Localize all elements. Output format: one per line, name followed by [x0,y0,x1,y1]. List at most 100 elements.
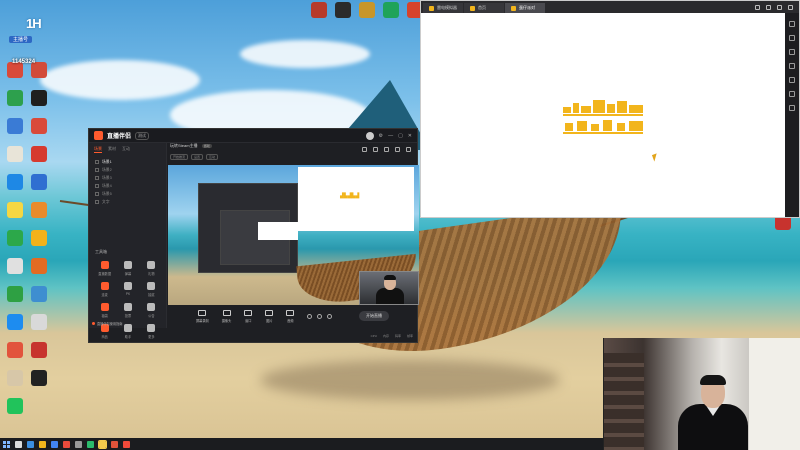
settings-icon[interactable] [789,91,795,97]
bell-icon[interactable] [395,146,400,152]
tool-button[interactable]: 商品 [93,324,116,339]
stream-preview[interactable]: ▟▙▟▙▟ [168,165,419,305]
scene-row[interactable]: 场景2 [95,166,160,174]
desktop-icon[interactable] [26,230,52,247]
source-control[interactable]: 摄像头 [222,309,231,323]
more-icon[interactable] [789,105,795,111]
scene-row[interactable]: 场景5 [95,190,160,198]
maximize-icon[interactable] [777,4,782,10]
taskbar-app-icon[interactable] [15,440,22,448]
scene-row[interactable]: 文字 [95,198,160,206]
desktop-icon[interactable] [378,2,404,18]
close-icon[interactable]: ✕ [408,133,412,139]
checkbox-icon[interactable] [95,168,99,172]
desktop-icon[interactable] [2,398,28,415]
desktop-icon[interactable] [26,286,52,303]
fullscreen-icon[interactable] [789,77,795,83]
desktop-icon[interactable] [26,174,52,191]
stream-action[interactable]: 设置 [191,154,204,160]
desktop-icon[interactable] [306,2,332,18]
desktop-icon[interactable] [26,202,52,219]
scene-row[interactable]: 场景4 [95,182,160,190]
menu-icon[interactable] [755,4,760,10]
layout-icon[interactable] [362,146,367,152]
desktop-icon[interactable] [2,286,28,303]
desktop-icon[interactable] [2,258,28,275]
taskbar-app-icon[interactable] [39,440,46,448]
source-control[interactable]: 图片 [265,309,274,323]
tool-button[interactable]: 弹幕 [116,261,139,276]
stream-action[interactable]: 开始推流 [170,154,189,160]
desktop-icon[interactable] [2,342,28,359]
desktop-icon[interactable] [26,342,52,359]
checkbox-icon[interactable] [95,160,99,164]
taskbar-app-icon[interactable] [98,439,107,449]
mic-toggle-icon[interactable] [317,313,323,319]
taskbar-app-icon[interactable] [87,440,94,448]
browser-tab[interactable]: 雷电模拟器 [423,3,463,13]
tool-button[interactable]: 抽奖 [140,282,163,297]
maximize-icon[interactable]: ▢ [398,133,403,139]
minimize-icon[interactable] [766,4,771,10]
tool-button[interactable]: 礼物 [140,261,163,276]
scene-row[interactable]: 场景3 [95,174,160,182]
record-icon[interactable] [384,146,389,152]
desktop-icon[interactable] [330,2,356,18]
tool-button[interactable]: 更多 [140,324,163,339]
desktop-icon[interactable] [2,90,28,107]
taskbar-app-icon[interactable] [63,440,70,448]
desktop-icon[interactable] [2,314,28,331]
tool-button[interactable]: PK [116,282,139,297]
desktop-icon[interactable] [2,230,28,247]
desktop-icon[interactable] [26,258,52,275]
desktop-icon[interactable] [26,314,52,331]
desktop-icon[interactable] [2,370,28,387]
volume-icon[interactable] [789,49,795,55]
checkbox-icon[interactable] [95,200,99,204]
close-icon[interactable] [788,4,793,10]
stream-action[interactable]: 互动 [206,154,219,160]
tool-button[interactable]: 连麦 [93,282,116,297]
avatar[interactable] [365,131,374,140]
scene-row[interactable]: 场景1 [95,158,160,166]
start-icon[interactable] [3,440,10,448]
browser-tab[interactable]: 首页 [464,3,504,13]
sidebar-tab[interactable]: 互动 [122,146,130,153]
taskbar-app-icon[interactable] [111,440,118,448]
sidebar-tab[interactable]: 场景 [94,146,102,153]
screenshot-icon[interactable] [789,35,795,41]
desktop-icon[interactable] [26,118,52,135]
stream-tag[interactable]: 游戏 [201,144,212,148]
start-live-button[interactable]: 开始直播 [359,311,389,321]
camera-toggle-icon[interactable] [307,313,313,319]
desktop-icon[interactable] [26,370,52,387]
checkbox-icon[interactable] [95,184,99,188]
desktop-icon[interactable] [2,202,28,219]
tool-button[interactable]: 直播数据 [93,261,116,276]
desktop-icon[interactable] [2,146,28,163]
app-badge[interactable]: 测试 [135,131,150,140]
sidebar-tab[interactable]: 素材 [108,146,116,153]
source-control[interactable]: 音频 [286,309,295,323]
desktop-icon[interactable] [26,90,52,107]
tool-button[interactable]: 助手 [116,324,139,339]
taskbar-app-icon[interactable] [27,440,34,448]
desktop-icon[interactable] [2,118,28,135]
desktop-icon[interactable] [26,146,52,163]
checkbox-icon[interactable] [95,176,99,180]
gear-icon[interactable] [327,313,333,319]
rotate-icon[interactable] [789,63,795,69]
lock-icon[interactable] [373,146,378,152]
checkbox-icon[interactable] [95,192,99,196]
browser-tab[interactable]: 蛋仔派对 [505,3,545,13]
source-control[interactable]: 窗口 [244,309,253,323]
settings-icon[interactable]: ⚙ [379,133,383,139]
taskbar-app-icon[interactable] [75,440,82,448]
desktop-icon[interactable] [354,2,380,18]
tool-button[interactable]: 投票 [116,303,139,318]
share-icon[interactable] [406,146,411,152]
tool-button[interactable]: 福袋 [93,303,116,318]
taskbar-app-icon[interactable] [123,440,130,448]
source-control[interactable]: 屏幕录制 [196,309,209,323]
desktop-icon[interactable] [2,174,28,191]
